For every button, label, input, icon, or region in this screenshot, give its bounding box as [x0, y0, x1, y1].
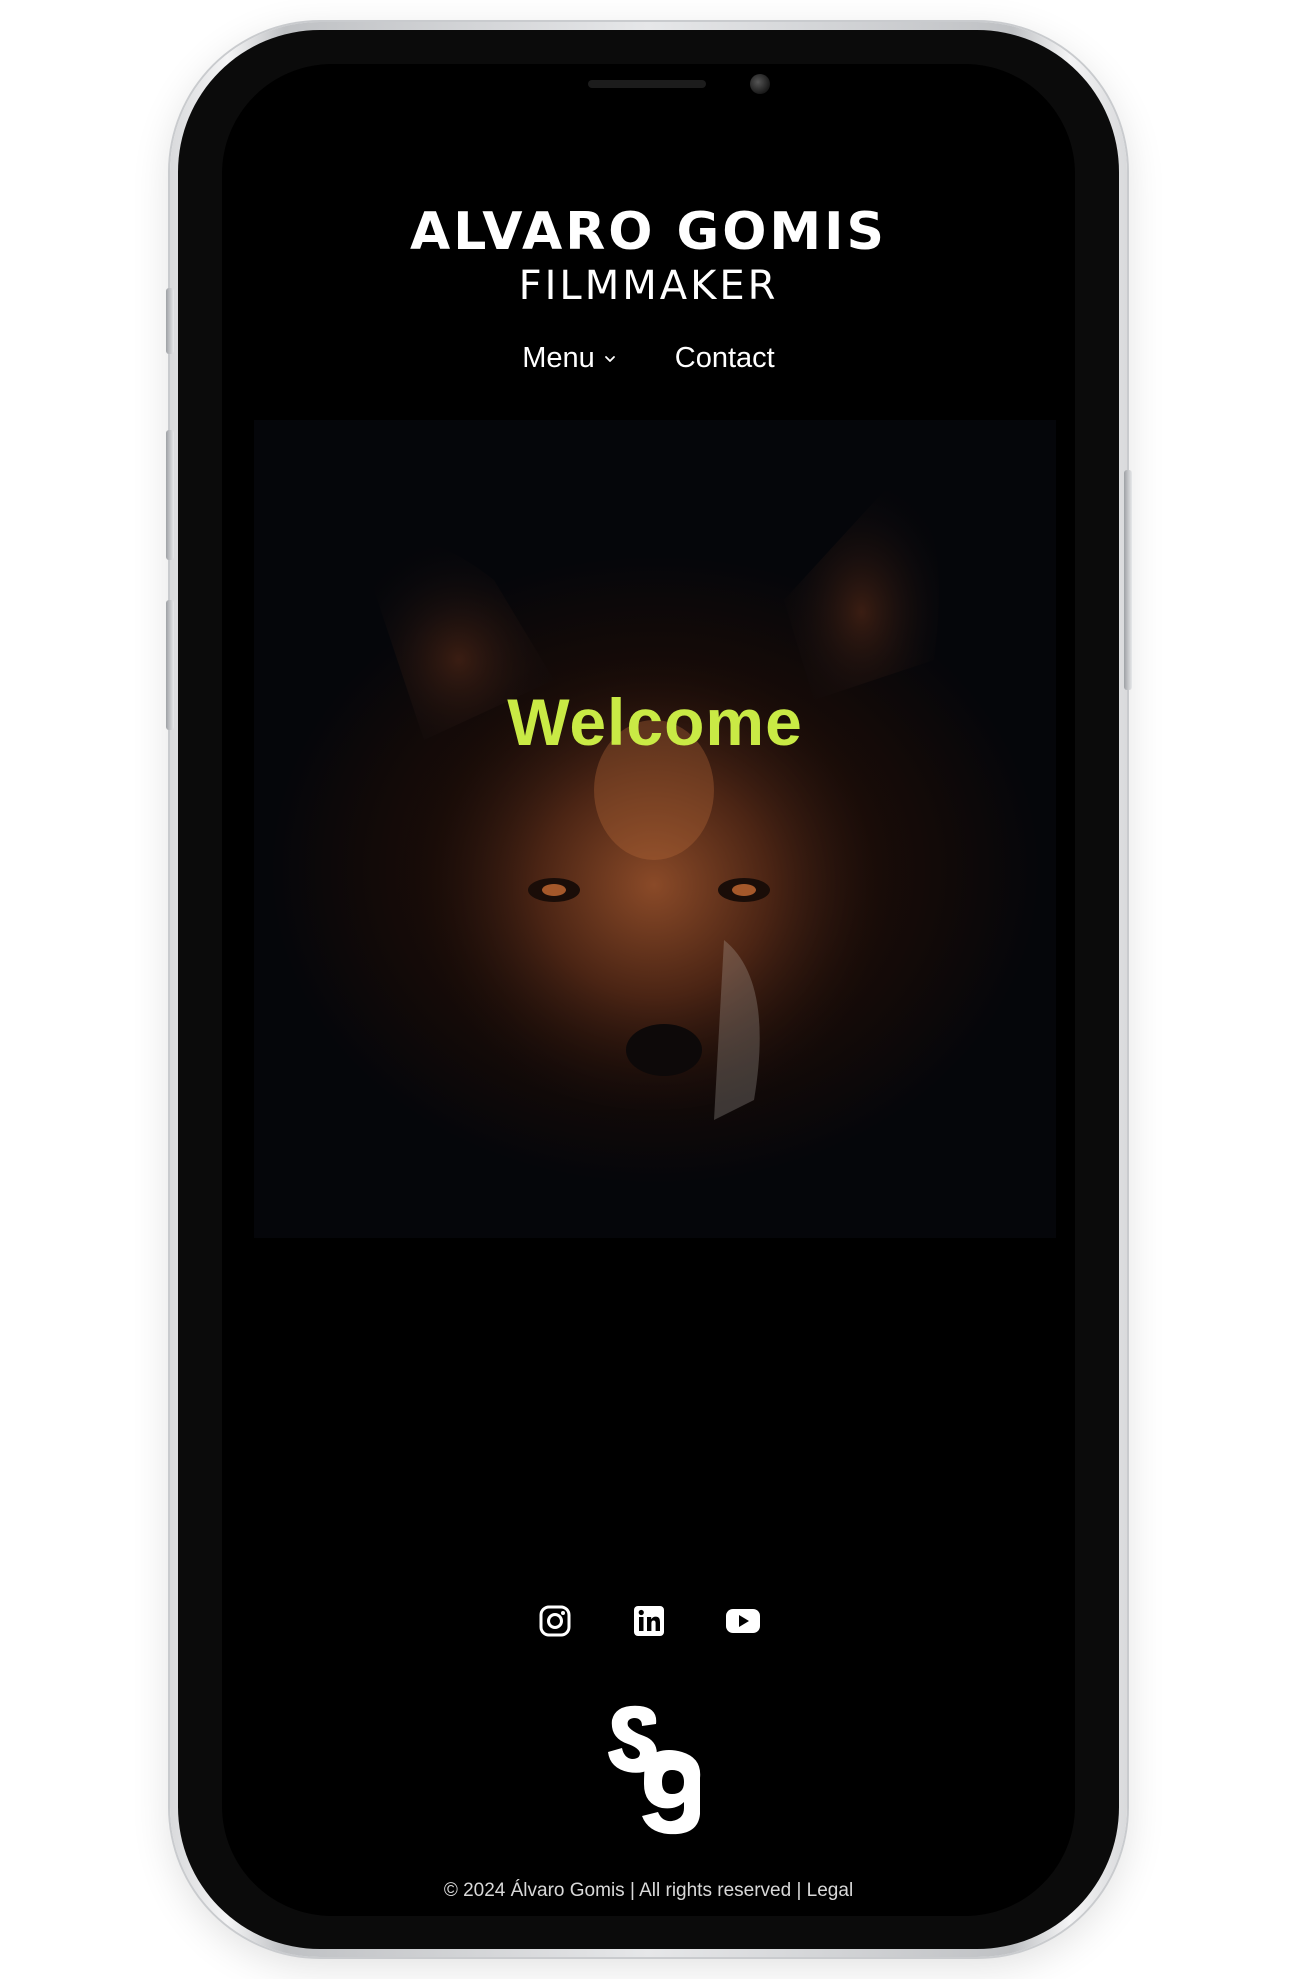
footer-legal-link[interactable]: Legal — [807, 1880, 854, 1901]
fox-hero-image — [364, 480, 939, 1120]
nav-contact-label: Contact — [674, 342, 775, 374]
brand-role: FILMMAKER — [518, 263, 779, 309]
nav-menu-dropdown[interactable]: Menu — [522, 342, 617, 375]
site-logo[interactable]: ALVARO GOMIS FILMMAKER — [222, 202, 1075, 310]
hero-title: Welcome — [507, 685, 803, 759]
linkedin-icon[interactable] — [630, 1602, 668, 1640]
volume-up-button — [166, 430, 174, 560]
device-mockup: ALVARO GOMIS FILMMAKER Menu Contact Welc… — [0, 0, 1301, 1979]
power-button — [1124, 470, 1132, 690]
brand-name: ALVARO GOMIS — [410, 202, 887, 262]
nav-menu-label: Menu — [522, 342, 595, 374]
earpiece-speaker — [588, 80, 706, 88]
mute-switch — [166, 288, 174, 354]
phone-screen: ALVARO GOMIS FILMMAKER Menu Contact Welc… — [222, 64, 1075, 1916]
instagram-icon[interactable] — [536, 1602, 574, 1640]
youtube-icon[interactable] — [724, 1602, 762, 1640]
main-nav: Menu Contact — [222, 342, 1075, 375]
footer: © 2024 Álvaro Gomis | All rights reserve… — [222, 1880, 1075, 1902]
hero-banner: Welcome — [254, 420, 1056, 1238]
footer-copyright: © 2024 Álvaro Gomis | All rights reserve… — [443, 1880, 802, 1901]
ag-monogram-logo — [608, 1705, 701, 1835]
social-links — [222, 1602, 1075, 1640]
front-camera — [750, 74, 770, 94]
chevron-down-icon — [604, 355, 615, 362]
volume-down-button — [166, 600, 174, 730]
notch — [406, 64, 890, 136]
nav-contact-link[interactable]: Contact — [675, 342, 775, 375]
